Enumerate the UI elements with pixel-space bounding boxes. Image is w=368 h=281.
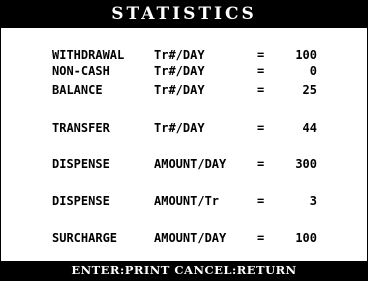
stat-row-non-cash: NON-CASH Tr#/DAY = 0: [1, 63, 367, 79]
stat-row-dispense-per-tr: DISPENSE AMOUNT/Tr = 3: [1, 193, 367, 209]
stat-value: 100: [295, 48, 317, 62]
stat-value: 3: [309, 194, 317, 208]
stat-row-dispense-per-day: DISPENSE AMOUNT/DAY = 300: [1, 156, 367, 172]
stat-label: DISPENSE: [52, 194, 110, 208]
equals-sign: =: [257, 48, 265, 62]
stat-value: 300: [295, 157, 317, 171]
equals-sign: =: [257, 64, 265, 78]
stat-row-withdrawal: WITHDRAWAL Tr#/DAY = 100: [1, 47, 367, 63]
key-hint-bar: ENTER:PRINT CANCEL:RETURN: [1, 261, 367, 280]
stat-value: 0: [309, 64, 317, 78]
stat-value: 100: [295, 231, 317, 245]
stat-label: TRANSFER: [52, 121, 110, 135]
stat-row-balance: BALANCE Tr#/DAY = 25: [1, 82, 367, 98]
stat-value: 44: [302, 121, 317, 135]
stat-unit: Tr#/DAY: [154, 121, 205, 135]
stat-unit: AMOUNT/Tr: [154, 194, 220, 208]
stat-unit: Tr#/DAY: [154, 83, 205, 97]
stat-unit: Tr#/DAY: [154, 48, 205, 62]
screen-title: STATISTICS: [1, 1, 367, 28]
stat-unit: AMOUNT/DAY: [154, 231, 227, 245]
equals-sign: =: [257, 231, 265, 245]
statistics-screen: STATISTICS WITHDRAWAL Tr#/DAY = 100 NON-…: [0, 0, 368, 281]
stat-row-surcharge: SURCHARGE AMOUNT/DAY = 100: [1, 230, 367, 246]
stat-value: 25: [302, 83, 317, 97]
stat-label: BALANCE: [52, 83, 103, 97]
stat-row-transfer: TRANSFER Tr#/DAY = 44: [1, 120, 367, 136]
equals-sign: =: [257, 157, 265, 171]
equals-sign: =: [257, 121, 265, 135]
equals-sign: =: [257, 194, 265, 208]
stat-unit: AMOUNT/DAY: [154, 157, 227, 171]
stat-label: WITHDRAWAL: [52, 48, 125, 62]
stat-label: NON-CASH: [52, 64, 110, 78]
stat-label: SURCHARGE: [52, 231, 118, 245]
equals-sign: =: [257, 83, 265, 97]
stat-unit: Tr#/DAY: [154, 64, 205, 78]
stat-label: DISPENSE: [52, 157, 110, 171]
